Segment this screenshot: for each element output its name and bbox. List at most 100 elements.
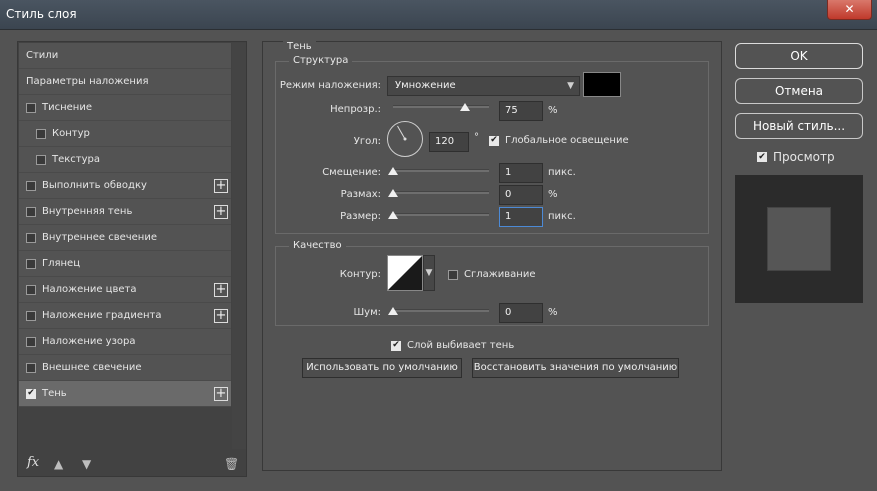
angle-dial[interactable] — [387, 121, 423, 157]
spread-slider-thumb[interactable] — [388, 189, 398, 197]
contour-picker[interactable] — [387, 255, 423, 291]
reset-default-button[interactable]: Восстановить значения по умолчанию — [472, 358, 679, 378]
close-icon: ✕ — [844, 2, 855, 16]
style-item-checkbox[interactable] — [36, 128, 46, 139]
style-item-label: Внешнее свечение — [42, 362, 142, 373]
style-item-checkbox[interactable] — [26, 284, 36, 295]
opacity-label: Непрозр.: — [330, 104, 381, 115]
knockout-row[interactable]: ✔ Слой выбивает тень — [391, 340, 514, 351]
preview-checkbox[interactable]: ✔ — [757, 152, 767, 162]
distance-unit: пикс. — [548, 167, 576, 178]
add-style-button[interactable]: + — [214, 179, 228, 193]
style-item-checkbox[interactable] — [36, 154, 46, 165]
opacity-field[interactable]: 75 — [499, 101, 543, 121]
arrow-down-icon[interactable]: ▼ — [82, 457, 91, 471]
style-item[interactable]: Внутреннее свечение — [19, 225, 231, 251]
style-item[interactable]: Параметры наложения — [19, 69, 231, 95]
distance-slider-thumb[interactable] — [388, 167, 398, 175]
style-item-checkbox[interactable]: ✔ — [26, 388, 36, 399]
style-item-label: Глянец — [42, 258, 81, 269]
size-slider[interactable] — [388, 211, 489, 219]
distance-label: Смещение: — [322, 167, 381, 178]
style-item[interactable]: Выполнить обводку + — [19, 173, 231, 199]
size-slider-thumb[interactable] — [388, 211, 398, 219]
style-item-label: Тень — [42, 388, 67, 399]
style-item-checkbox[interactable] — [26, 362, 36, 373]
ok-button[interactable]: OK — [735, 43, 863, 69]
noise-field[interactable]: 0 — [499, 303, 543, 323]
style-item[interactable]: ✔ Тень + — [19, 381, 231, 407]
style-item[interactable]: Стили — [19, 43, 231, 69]
style-item[interactable]: Тиснение — [19, 95, 231, 121]
add-style-button[interactable]: + — [214, 387, 228, 401]
distance-slider[interactable] — [388, 167, 489, 175]
style-item-checkbox[interactable] — [26, 102, 36, 113]
style-item[interactable]: Наложение цвета + — [19, 277, 231, 303]
arrow-up-icon[interactable]: ▲ — [54, 457, 63, 471]
add-style-button[interactable]: + — [214, 283, 228, 297]
style-item-checkbox[interactable] — [26, 258, 36, 269]
style-item[interactable]: Текстура — [19, 147, 231, 173]
style-item-label: Наложение узора — [42, 336, 136, 347]
size-field[interactable]: 1 — [499, 207, 543, 227]
antialias-label: Сглаживание — [464, 269, 536, 280]
preview-label: Просмотр — [773, 150, 835, 164]
shadow-color-swatch[interactable] — [583, 72, 621, 97]
style-item[interactable]: Контур — [19, 121, 231, 147]
style-item-label: Наложение цвета — [42, 284, 137, 295]
noise-slider[interactable] — [388, 307, 489, 315]
style-item-label: Параметры наложения — [26, 76, 149, 87]
style-item-label: Контур — [52, 128, 90, 139]
chevron-down-icon: ▼ — [567, 81, 574, 91]
global-light-row[interactable]: ✔ Глобальное освещение — [489, 135, 629, 146]
style-item-checkbox[interactable] — [26, 336, 36, 347]
global-light-checkbox[interactable]: ✔ — [489, 135, 499, 146]
style-item-checkbox[interactable] — [26, 180, 36, 191]
global-light-label: Глобальное освещение — [505, 135, 629, 146]
blend-mode-label: Режим наложения: — [279, 80, 381, 91]
blend-mode-value: Умножение — [395, 80, 456, 91]
opacity-slider[interactable] — [393, 103, 489, 111]
use-default-button[interactable]: Использовать по умолчанию — [302, 358, 462, 378]
fx-icon[interactable]: fx — [27, 455, 39, 470]
spread-slider[interactable] — [388, 189, 489, 197]
contour-label: Контур: — [339, 269, 381, 280]
spread-field[interactable]: 0 — [499, 185, 543, 205]
add-style-button[interactable]: + — [214, 205, 228, 219]
style-item-checkbox[interactable] — [26, 310, 36, 321]
angle-dial-indicator — [397, 125, 407, 141]
style-item[interactable]: Внутренняя тень + — [19, 199, 231, 225]
styles-scrollbar[interactable] — [232, 43, 246, 449]
knockout-checkbox[interactable]: ✔ — [391, 340, 401, 351]
style-item-checkbox[interactable] — [26, 232, 36, 243]
close-button[interactable]: ✕ — [827, 0, 872, 20]
new-style-button[interactable]: Новый стиль... — [735, 113, 863, 139]
antialias-checkbox[interactable] — [448, 269, 458, 280]
trash-icon[interactable]: 🗑 — [224, 457, 239, 471]
opacity-slider-thumb[interactable] — [460, 103, 470, 111]
preview-swatch — [767, 207, 831, 271]
style-item[interactable]: Внешнее свечение — [19, 355, 231, 381]
style-item-checkbox[interactable] — [26, 206, 36, 217]
style-item-label: Внутреннее свечение — [42, 232, 157, 243]
noise-slider-thumb[interactable] — [388, 307, 398, 315]
blend-mode-select[interactable]: Умножение ▼ — [387, 76, 580, 96]
structure-title: Структура — [289, 55, 353, 66]
preview-row[interactable]: ✔ Просмотр — [757, 150, 835, 164]
style-preview — [735, 175, 863, 303]
antialias-row[interactable]: Сглаживание — [448, 269, 535, 280]
chevron-down-icon: ▼ — [425, 268, 433, 278]
spread-unit: % — [548, 189, 558, 200]
style-item[interactable]: Наложение узора — [19, 329, 231, 355]
knockout-label: Слой выбивает тень — [407, 340, 515, 351]
add-style-button[interactable]: + — [214, 309, 228, 323]
opacity-unit: % — [548, 105, 558, 116]
cancel-button[interactable]: Отмена — [735, 78, 863, 104]
distance-field[interactable]: 1 — [499, 163, 543, 183]
style-item[interactable]: Наложение градиента + — [19, 303, 231, 329]
drop-shadow-panel: Тень Структура Режим наложения: Умножени… — [262, 41, 722, 471]
style-item[interactable]: Глянец — [19, 251, 231, 277]
contour-dropdown[interactable]: ▼ — [423, 255, 435, 291]
angle-field[interactable]: 120 — [429, 132, 469, 152]
angle-label: Угол: — [353, 136, 381, 147]
